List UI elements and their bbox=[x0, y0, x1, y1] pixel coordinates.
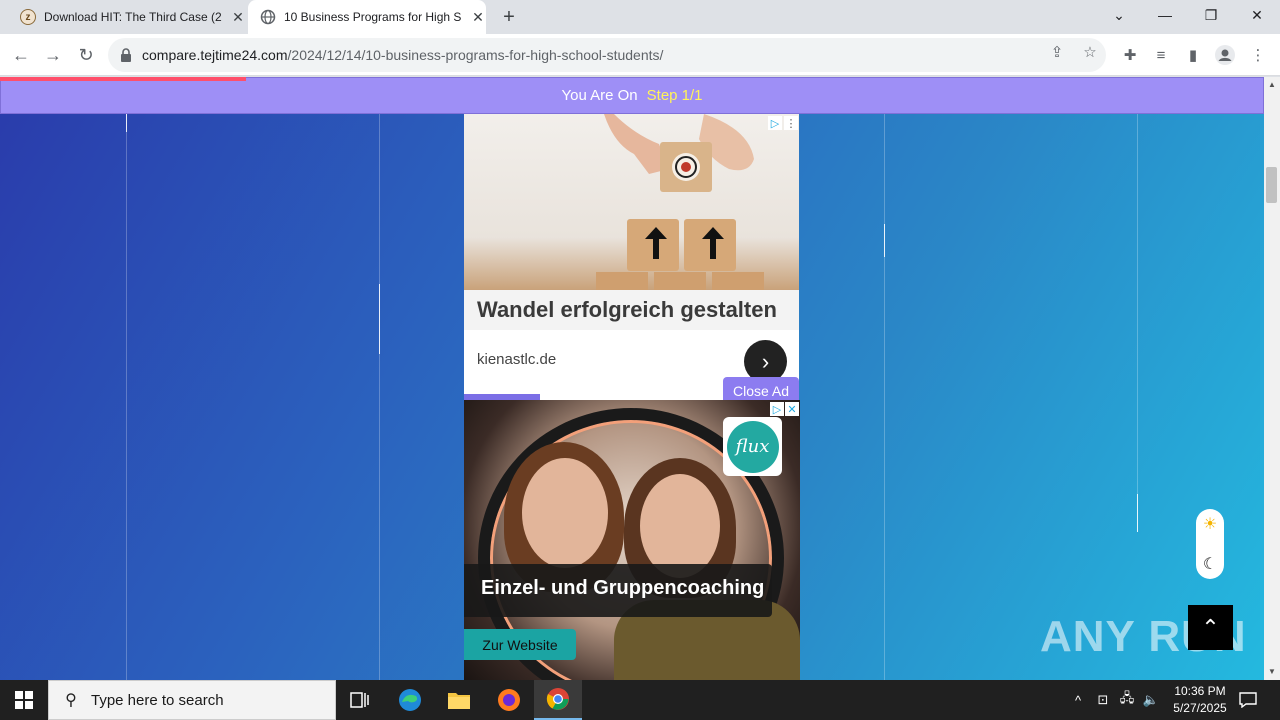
file-explorer-icon[interactable] bbox=[435, 680, 483, 720]
ad-image bbox=[464, 114, 799, 290]
ad-domain[interactable]: kienastlc.de bbox=[477, 351, 556, 368]
advertisement-coaching[interactable]: flux ▷ ✕ Einzel- und Gruppencoaching Zur… bbox=[464, 400, 800, 680]
decor-line bbox=[126, 114, 127, 132]
clock-date: 5/27/2025 bbox=[1173, 701, 1227, 715]
extensions-icon[interactable]: ✚ bbox=[1119, 44, 1141, 66]
bookmark-star-icon[interactable]: ☆ bbox=[1080, 42, 1100, 62]
usb-device-icon[interactable]: ⊡ bbox=[1093, 680, 1113, 720]
tab-title: Download HIT: The Third Case (2 bbox=[44, 10, 222, 24]
network-icon[interactable]: 🖧 bbox=[1116, 680, 1138, 720]
windows-taskbar: ⚲ Type here to search ^ ⊡ 🖧 🔈 10:36 PM 5… bbox=[0, 680, 1280, 720]
search-icon: ⚲ bbox=[65, 692, 77, 709]
close-icon[interactable]: ✕ bbox=[785, 402, 799, 416]
menu-kebab-icon[interactable]: ⋮ bbox=[1247, 44, 1269, 66]
visit-website-button[interactable]: Zur Website bbox=[464, 629, 576, 660]
task-view-icon[interactable] bbox=[336, 680, 384, 720]
page-scrollbar[interactable]: ▲ ▼ bbox=[1264, 77, 1280, 680]
step-indicator: Step 1/1 bbox=[646, 87, 703, 104]
person-image bbox=[640, 474, 720, 578]
volume-icon[interactable]: 🔈 bbox=[1141, 680, 1161, 720]
person-image bbox=[522, 458, 608, 568]
scroll-up-arrow-icon[interactable]: ▲ bbox=[1267, 80, 1277, 89]
taskbar-search-box[interactable]: ⚲ Type here to search bbox=[48, 680, 336, 720]
notifications-icon[interactable] bbox=[1236, 680, 1260, 720]
decor-line bbox=[379, 114, 380, 284]
sun-icon[interactable]: ☀ bbox=[1200, 514, 1220, 534]
decor-line bbox=[1137, 114, 1138, 494]
decor-line bbox=[884, 114, 885, 224]
url-path: /2024/12/14/10-business-programs-for-hig… bbox=[287, 47, 664, 63]
chrome-icon[interactable] bbox=[534, 680, 582, 720]
flux-logo: flux bbox=[723, 417, 782, 476]
decor-line bbox=[126, 132, 127, 680]
windows-start-icon[interactable] bbox=[0, 680, 48, 720]
browser-toolbar: ← → ↻ compare.tejtime24.com/2024/12/14/1… bbox=[0, 34, 1280, 76]
tab-title: 10 Business Programs for High S bbox=[284, 10, 462, 24]
clock-time: 10:36 PM bbox=[1174, 684, 1226, 698]
page-viewport: You Are On Step 1/1 Wandel erfolgreich g… bbox=[0, 77, 1264, 680]
back-button[interactable]: ← bbox=[8, 42, 34, 68]
tab-strip: z Download HIT: The Third Case (2 ✕ 10 B… bbox=[0, 0, 1280, 34]
search-placeholder: Type here to search bbox=[91, 691, 224, 709]
lock-icon bbox=[121, 48, 131, 62]
decor-line bbox=[1137, 494, 1138, 532]
url-host: compare.tejtime24.com bbox=[142, 47, 288, 63]
close-window-button[interactable]: ✕ bbox=[1234, 0, 1280, 30]
adchoices-icon[interactable]: ▷ bbox=[768, 116, 782, 130]
scroll-to-top-button[interactable]: ⌃ bbox=[1188, 605, 1233, 650]
decor-line bbox=[884, 257, 885, 680]
scrollbar-thumb[interactable] bbox=[1266, 167, 1277, 203]
tab-search-icon[interactable]: ⌄ bbox=[1096, 0, 1142, 30]
close-icon[interactable]: ✕ bbox=[230, 9, 246, 25]
ad-headline[interactable]: Wandel erfolgreich gestalten bbox=[464, 290, 799, 330]
chevron-up-icon[interactable]: ^ bbox=[1068, 680, 1088, 720]
restore-button[interactable]: ❐ bbox=[1188, 0, 1234, 30]
edge-icon[interactable] bbox=[386, 680, 434, 720]
system-clock[interactable]: 10:36 PM 5/27/2025 bbox=[1160, 683, 1240, 717]
url-text: compare.tejtime24.com/2024/12/14/10-busi… bbox=[142, 47, 663, 63]
decor-line bbox=[379, 284, 380, 354]
address-bar[interactable]: compare.tejtime24.com/2024/12/14/10-busi… bbox=[108, 38, 1106, 72]
flux-logo-text: flux bbox=[726, 420, 779, 473]
share-icon[interactable]: ⇪ bbox=[1047, 42, 1067, 62]
theme-toggle[interactable]: ☀ ☾ bbox=[1196, 509, 1224, 579]
step-bar: You Are On Step 1/1 bbox=[0, 77, 1264, 114]
reading-list-icon[interactable]: ≡ bbox=[1150, 44, 1172, 66]
ad-headline[interactable]: Einzel- und Gruppencoaching bbox=[464, 564, 772, 617]
tab-download-hit[interactable]: z Download HIT: The Third Case (2 ✕ bbox=[10, 0, 246, 34]
decor-line bbox=[884, 224, 885, 257]
firefox-icon[interactable] bbox=[485, 680, 533, 720]
advertisement-banner[interactable]: Wandel erfolgreich gestalten kienastlc.d… bbox=[464, 114, 799, 394]
scroll-down-arrow-icon[interactable]: ▼ bbox=[1267, 667, 1277, 676]
close-icon[interactable]: ✕ bbox=[470, 9, 486, 25]
side-panel-icon[interactable]: ▮ bbox=[1182, 44, 1204, 66]
reload-button[interactable]: ↻ bbox=[73, 42, 99, 68]
new-tab-button[interactable]: + bbox=[498, 6, 520, 28]
tab-favicon-z: z bbox=[20, 9, 36, 25]
globe-icon bbox=[260, 9, 276, 25]
minimize-button[interactable]: — bbox=[1142, 0, 1188, 30]
adchoices-icon[interactable]: ▷ bbox=[770, 402, 784, 416]
moon-icon[interactable]: ☾ bbox=[1200, 554, 1220, 574]
decor-line bbox=[379, 354, 380, 680]
reading-progress-bar bbox=[0, 77, 246, 81]
profile-avatar-icon[interactable] bbox=[1214, 44, 1236, 66]
step-prefix: You Are On bbox=[561, 87, 638, 104]
tab-business-programs[interactable]: 10 Business Programs for High S ✕ bbox=[248, 0, 486, 34]
forward-button[interactable]: → bbox=[40, 42, 66, 68]
ad-menu-icon[interactable]: ⋮ bbox=[784, 116, 798, 130]
